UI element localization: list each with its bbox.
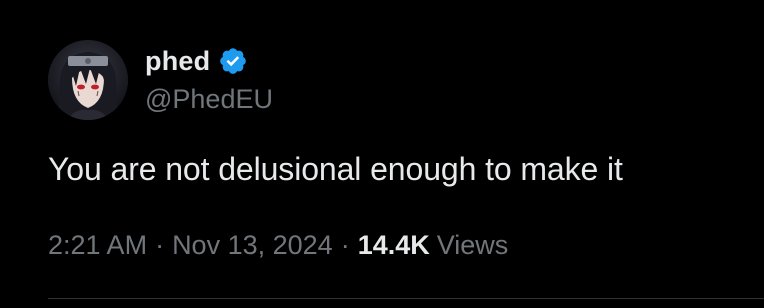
author-handle[interactable]: @PhedEU [145, 84, 273, 115]
divider [48, 298, 764, 299]
views-count[interactable]: 14.4K [358, 230, 430, 261]
tweet-time[interactable]: 2:21 AM [48, 230, 147, 261]
views-label: Views [436, 230, 509, 260]
author-name-row: phed [145, 44, 248, 78]
tweet-metadata: 2:21 AM · Nov 13, 2024 · 14.4K Views [48, 230, 508, 261]
tweet-card: phed @PhedEU You are not delusional enou… [0, 0, 764, 308]
avatar-image [48, 40, 128, 120]
tweet-text: You are not delusional enough to make it [48, 151, 623, 187]
meta-separator: · [155, 230, 165, 260]
tweet-date[interactable]: Nov 13, 2024 [172, 230, 333, 261]
display-name[interactable]: phed [145, 46, 210, 77]
meta-separator: · [340, 230, 350, 260]
avatar[interactable] [48, 40, 128, 120]
verified-badge-icon[interactable] [218, 46, 248, 76]
